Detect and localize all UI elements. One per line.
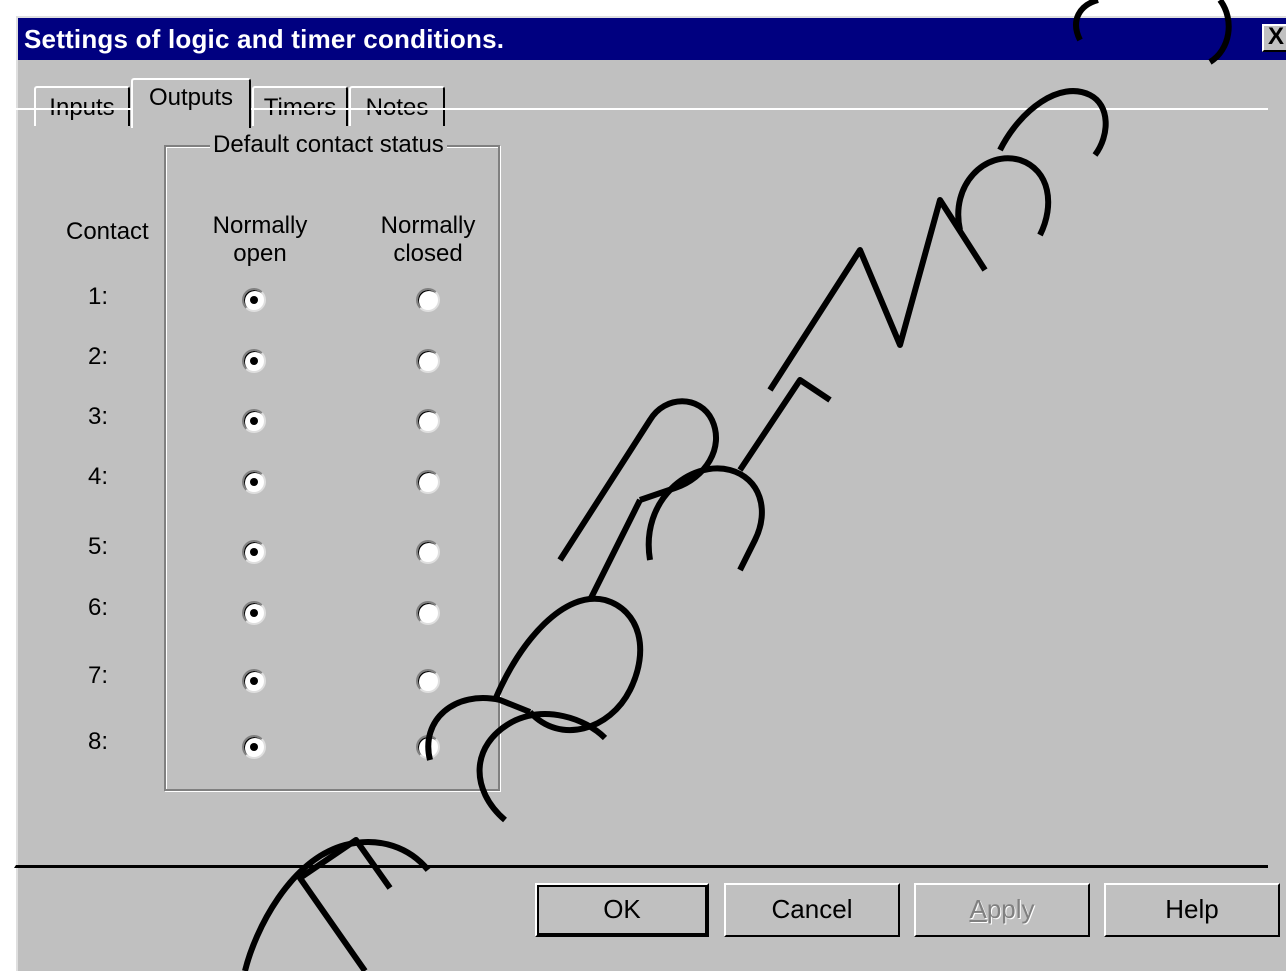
normally-closed-header-line1: Normally <box>380 212 476 239</box>
contact-3-normally-open-radio[interactable] <box>242 409 266 433</box>
contact-label-4: 4: <box>88 463 109 490</box>
tab-outputs[interactable]: Outputs <box>131 78 251 128</box>
contact-label-6: 6: <box>88 594 109 621</box>
radio-selected-dot <box>250 296 258 304</box>
normally-open-header-line1: Normally <box>212 212 308 239</box>
contact-label-3: 3: <box>88 403 109 430</box>
radio-selected-dot <box>250 417 258 425</box>
radio-selected-dot <box>250 478 258 486</box>
contact-7-normally-closed-radio[interactable] <box>416 669 440 693</box>
radio-selected-dot <box>250 677 258 685</box>
radio-selected-dot <box>250 743 258 751</box>
apply-button[interactable]: Apply <box>914 883 1090 937</box>
contact-1-normally-closed-radio[interactable] <box>416 288 440 312</box>
contact-6-normally-closed-radio[interactable] <box>416 601 440 625</box>
cancel-button[interactable]: Cancel <box>724 883 900 937</box>
contact-2-normally-open-radio[interactable] <box>242 349 266 373</box>
contact-3-normally-closed-radio[interactable] <box>416 409 440 433</box>
normally-closed-header-line2: closed <box>393 240 463 267</box>
ok-button[interactable]: OK <box>535 883 709 937</box>
contact-7-normally-open-radio[interactable] <box>242 669 266 693</box>
contact-2-normally-closed-radio[interactable] <box>416 349 440 373</box>
contact-4-normally-open-radio[interactable] <box>242 470 266 494</box>
contact-8-normally-open-radio[interactable] <box>242 735 266 759</box>
apply-mnemonic: A <box>969 894 987 924</box>
group-title: Default contact status <box>210 131 447 159</box>
normally-closed-header: Normally closed <box>370 212 486 268</box>
contact-8-normally-closed-radio[interactable] <box>416 735 440 759</box>
contact-label-5: 5: <box>88 533 109 560</box>
window-title: Settings of logic and timer conditions. <box>24 24 505 54</box>
contact-label-2: 2: <box>88 343 109 370</box>
contact-label-7: 7: <box>88 662 109 689</box>
help-button[interactable]: Help <box>1104 883 1280 937</box>
contact-1-normally-open-radio[interactable] <box>242 288 266 312</box>
contact-5-normally-open-radio[interactable] <box>242 540 266 564</box>
radio-selected-dot <box>250 357 258 365</box>
contact-6-normally-open-radio[interactable] <box>242 601 266 625</box>
close-icon[interactable]: X <box>1262 24 1286 52</box>
contact-header: Contact <box>66 218 149 245</box>
title-bar[interactable]: Settings of logic and timer conditions. … <box>18 18 1286 60</box>
radio-selected-dot <box>250 609 258 617</box>
contact-5-normally-closed-radio[interactable] <box>416 540 440 564</box>
radio-selected-dot <box>250 548 258 556</box>
normally-open-header: Normally open <box>204 212 316 268</box>
contact-4-normally-closed-radio[interactable] <box>416 470 440 494</box>
normally-open-header-line2: open <box>233 240 287 267</box>
contact-label-8: 8: <box>88 728 109 755</box>
apply-label-rest: pply <box>986 894 1035 924</box>
tab-outputs-label: Outputs <box>148 84 234 111</box>
contact-label-1: 1: <box>88 283 109 310</box>
